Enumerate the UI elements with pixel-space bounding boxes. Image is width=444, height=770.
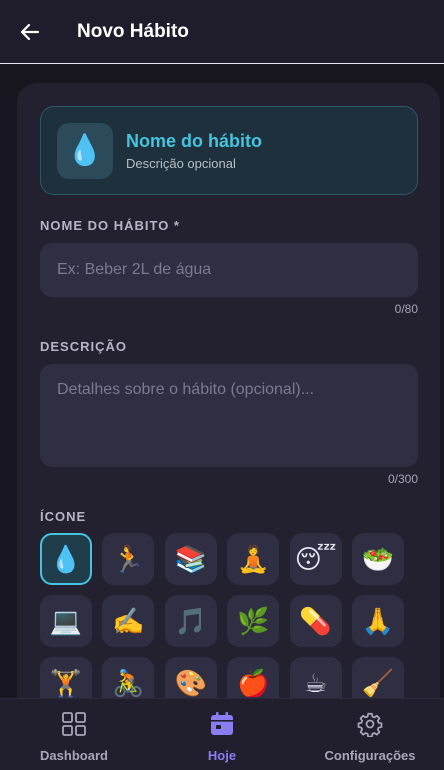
icon-option-salad-icon[interactable]: 🥗: [351, 533, 404, 585]
description-input[interactable]: [40, 364, 418, 467]
description-counter: 0/300: [387, 472, 418, 486]
arrow-left-icon: [20, 23, 40, 40]
preview-name: Nome do hábito: [126, 130, 262, 151]
page-title: Novo Hábito: [77, 20, 189, 42]
grid-icon: [60, 710, 88, 738]
habit-name-label: NOME DO HÁBITO *: [40, 218, 180, 233]
nav-today-label: Hoje: [207, 748, 237, 763]
icon-picker-grid: 💧 🏃 📚 🧘 😴 🥗 💻 ✍️ 🎵 🌿 💊 🙏 🏋️ 🚴 🎨 🍎 ☕ 🧹: [40, 533, 410, 709]
gear-icon: [356, 710, 384, 738]
icon-option-praying-hands-icon[interactable]: 🙏: [351, 595, 404, 647]
icon-label: ÍCONE: [40, 509, 87, 524]
app-header: Novo Hábito: [0, 0, 444, 64]
nav-today[interactable]: Hoje: [148, 699, 296, 770]
icon-option-running-icon[interactable]: 🏃: [102, 533, 155, 585]
icon-option-sleeping-icon[interactable]: 😴: [289, 533, 342, 585]
habit-name-input[interactable]: [40, 243, 418, 297]
icon-option-books-icon[interactable]: 📚: [164, 533, 217, 585]
icon-option-writing-icon[interactable]: ✍️: [102, 595, 155, 647]
preview-description: Descrição opcional: [126, 155, 236, 171]
icon-option-water-drop-icon[interactable]: 💧: [40, 533, 92, 585]
preview-water-drop-icon: 💧: [57, 122, 113, 179]
habit-name-counter: 0/80: [394, 302, 418, 316]
description-label: DESCRIÇÃO: [40, 339, 128, 354]
bottom-navigation: Dashboard Hoje Configurações: [0, 698, 444, 770]
nav-settings[interactable]: Configurações: [296, 699, 444, 770]
habit-form-card: 💧 Nome do hábito Descrição opcional NOME…: [17, 83, 440, 743]
icon-option-meditation-icon[interactable]: 🧘: [227, 533, 280, 585]
icon-option-laptop-icon[interactable]: 💻: [40, 595, 92, 647]
back-button[interactable]: [16, 18, 44, 46]
icon-option-pill-icon[interactable]: 💊: [289, 595, 342, 647]
icon-option-music-icon[interactable]: 🎵: [164, 595, 217, 647]
calendar-icon: [208, 710, 236, 738]
nav-dashboard-label: Dashboard: [40, 748, 108, 763]
icon-option-herb-icon[interactable]: 🌿: [227, 595, 280, 647]
nav-dashboard[interactable]: Dashboard: [0, 699, 148, 770]
habit-preview: 💧 Nome do hábito Descrição opcional: [40, 106, 418, 195]
nav-settings-label: Configurações: [324, 748, 416, 763]
